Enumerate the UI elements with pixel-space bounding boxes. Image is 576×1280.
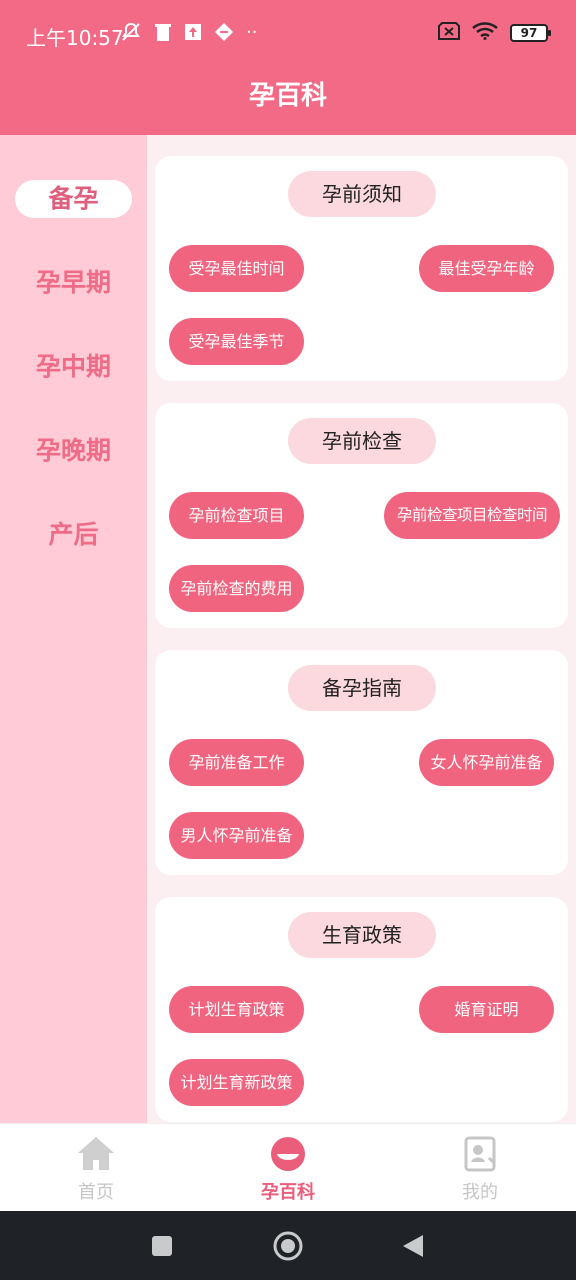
trash-icon [154, 22, 172, 47]
section-title: 孕前检查 [288, 418, 436, 464]
battery-indicator: 97 [510, 24, 551, 42]
sidebar-item-postpartum[interactable]: 产后 [15, 516, 132, 554]
recent-apps-icon[interactable] [151, 1235, 173, 1257]
bottom-tab-bar: 首页 孕百科 我的 [0, 1123, 576, 1211]
page-title: 孕百科 [248, 81, 327, 111]
app-header: 上午10:57 ·· 97 孕百科 [0, 0, 576, 135]
mute-icon [120, 22, 142, 47]
section-card: 孕前须知 受孕最佳时间 最佳受孕年龄 受孕最佳季节 [155, 156, 568, 381]
wifi-icon [472, 22, 498, 44]
category-sidebar: 备孕 孕早期 孕中期 孕晚期 产后 [0, 135, 147, 1123]
tab-home[interactable]: 首页 [36, 1134, 156, 1204]
diamond-icon [214, 22, 234, 47]
profile-icon [464, 1136, 496, 1172]
status-notification-icons: ·· [120, 22, 257, 47]
topic-tag[interactable]: 孕前检查的费用 [169, 565, 304, 612]
topic-tag[interactable]: 婚育证明 [419, 986, 554, 1033]
topic-tag[interactable]: 女人怀孕前准备 [419, 739, 554, 786]
sidebar-item-late[interactable]: 孕晚期 [15, 432, 132, 470]
upload-icon [184, 22, 202, 47]
tab-encyclopedia[interactable]: 孕百科 [228, 1134, 348, 1204]
topic-tag[interactable]: 计划生育政策 [169, 986, 304, 1033]
home-nav-icon[interactable] [272, 1230, 304, 1262]
topic-tag[interactable]: 计划生育新政策 [169, 1059, 304, 1106]
section-card: 备孕指南 孕前准备工作 女人怀孕前准备 男人怀孕前准备 [155, 650, 568, 875]
home-icon [78, 1137, 114, 1170]
tab-label: 我的 [462, 1182, 498, 1203]
content-area: 孕前须知 受孕最佳时间 最佳受孕年龄 受孕最佳季节 孕前检查 孕前检查项目 孕前… [147, 135, 576, 1123]
topic-tag[interactable]: 受孕最佳时间 [169, 245, 304, 292]
pregnancy-icon [271, 1137, 305, 1171]
no-sim-icon [438, 22, 460, 44]
topic-tag[interactable]: 孕前检查项目检查时间 [384, 492, 560, 539]
status-time: 上午10:57 [26, 26, 124, 50]
section-title: 生育政策 [288, 912, 436, 958]
sidebar-item-middle[interactable]: 孕中期 [15, 348, 132, 386]
more-dots-icon: ·· [246, 22, 258, 43]
section-title: 孕前须知 [288, 171, 436, 217]
system-nav-bar [0, 1211, 576, 1280]
topic-tag[interactable]: 最佳受孕年龄 [419, 245, 554, 292]
status-system-icons: 97 [438, 22, 551, 44]
status-bar: 上午10:57 ·· 97 [0, 0, 576, 70]
tab-label: 首页 [78, 1182, 114, 1203]
back-icon[interactable] [402, 1234, 424, 1258]
section-title: 备孕指南 [288, 665, 436, 711]
topic-tag[interactable]: 受孕最佳季节 [169, 318, 304, 365]
topic-tag[interactable]: 孕前检查项目 [169, 492, 304, 539]
topic-tag[interactable]: 孕前准备工作 [169, 739, 304, 786]
section-card: 生育政策 计划生育政策 婚育证明 计划生育新政策 [155, 897, 568, 1122]
section-card: 孕前检查 孕前检查项目 孕前检查项目检查时间 孕前检查的费用 [155, 403, 568, 628]
tab-label: 孕百科 [261, 1182, 315, 1203]
sidebar-item-early[interactable]: 孕早期 [15, 264, 132, 302]
sidebar-item-prepare[interactable]: 备孕 [15, 180, 132, 218]
tab-profile[interactable]: 我的 [420, 1134, 540, 1204]
topic-tag[interactable]: 男人怀孕前准备 [169, 812, 304, 859]
